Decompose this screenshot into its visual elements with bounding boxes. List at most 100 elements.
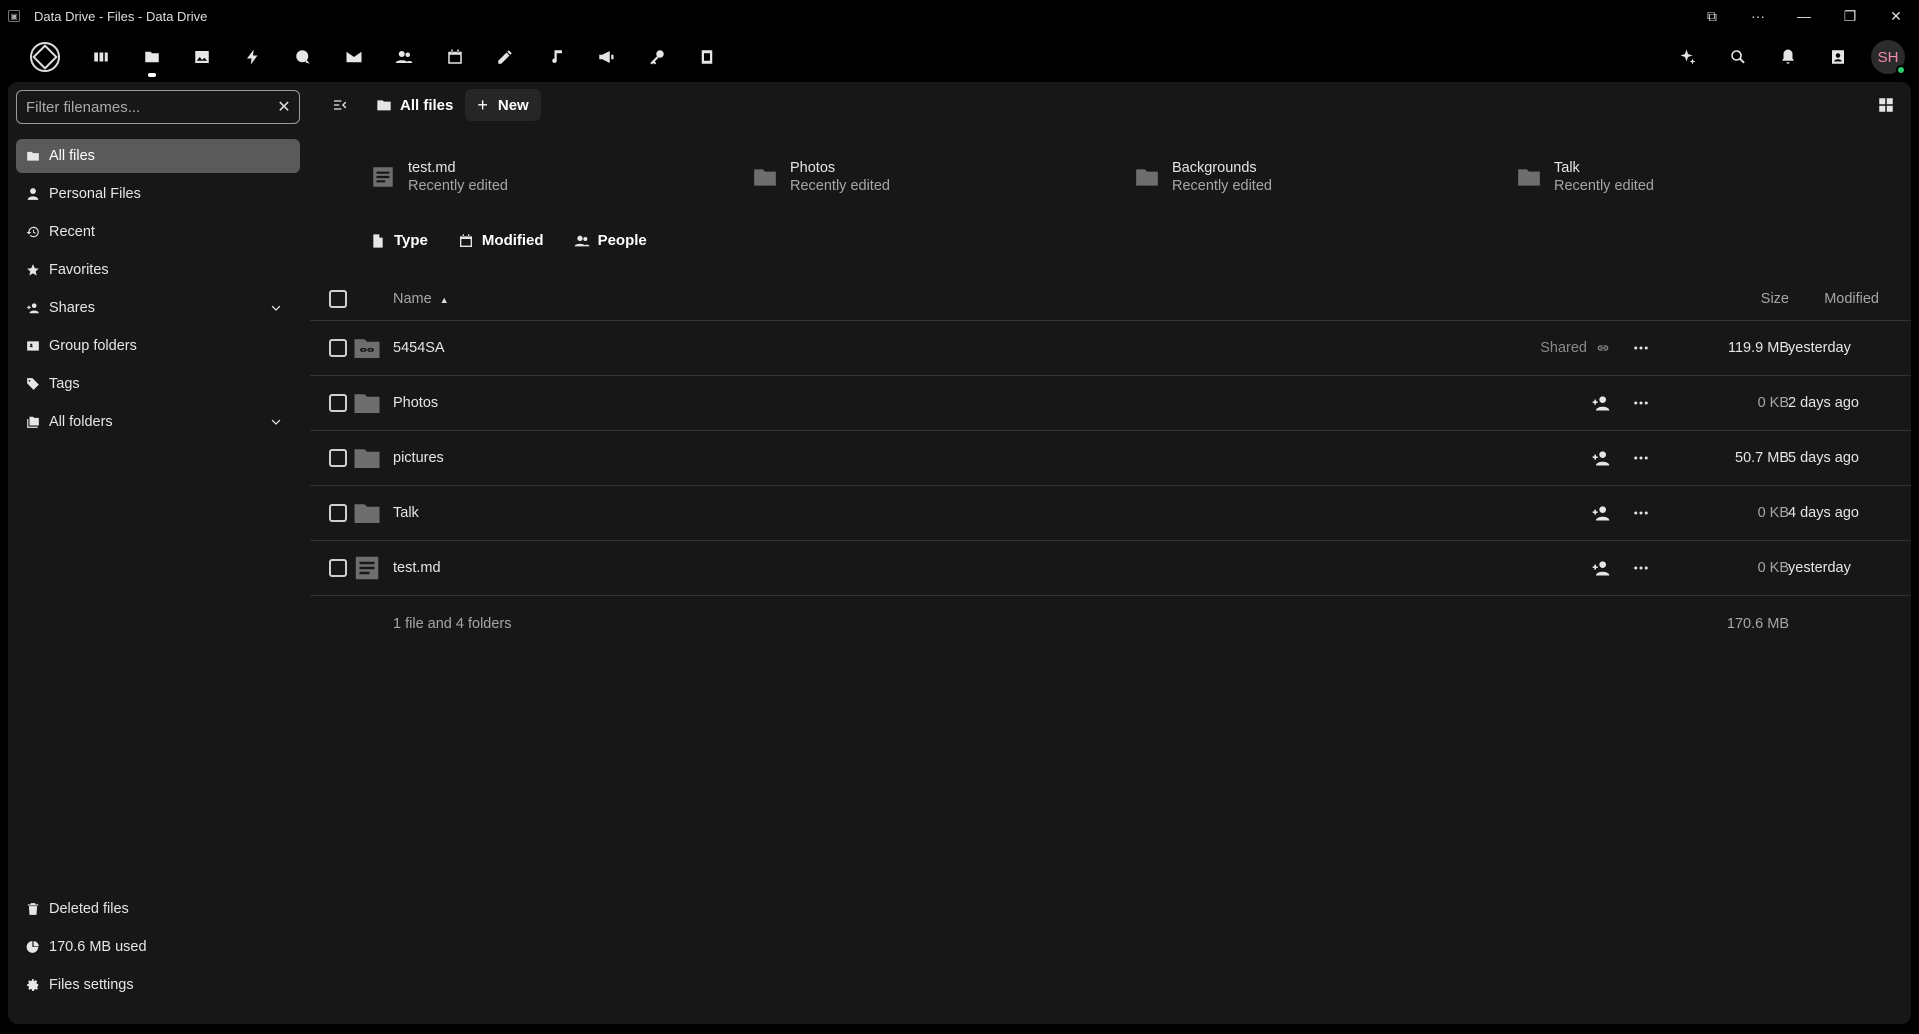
file-modified: 4 days ago: [1788, 505, 1859, 521]
row-checkbox[interactable]: [329, 339, 347, 357]
sidebar-item-recent[interactable]: Recent: [16, 215, 300, 249]
activity-icon[interactable]: [228, 32, 279, 82]
sidebar-item-label: Favorites: [49, 262, 109, 278]
table-row[interactable]: test.md 0 KB yesterday: [310, 541, 1911, 596]
chevron-down-icon[interactable]: [269, 415, 283, 429]
restore-button[interactable]: ❐: [1827, 0, 1873, 32]
file-name[interactable]: Photos: [393, 395, 438, 411]
filter-type-button[interactable]: Type: [370, 232, 428, 249]
recent-item[interactable]: Backgrounds Recently edited: [1134, 152, 1516, 202]
sidebar-item-tags[interactable]: Tags: [16, 367, 300, 401]
contacts-menu-icon[interactable]: [1813, 32, 1863, 82]
sidebar-item-all-files[interactable]: All files: [16, 139, 300, 173]
music-icon[interactable]: [531, 32, 582, 82]
files-icon[interactable]: [127, 32, 178, 82]
column-size-header[interactable]: Size: [1761, 291, 1789, 307]
breadcrumb-all-files[interactable]: All files: [376, 97, 453, 114]
sidebar-item-deleted-files[interactable]: Deleted files: [16, 892, 300, 926]
row-checkbox[interactable]: [329, 394, 347, 412]
sidebar-item-label: Personal Files: [49, 186, 141, 202]
minimize-button[interactable]: —: [1781, 0, 1827, 32]
shared-link-button[interactable]: Shared: [1540, 340, 1611, 356]
clear-filter-icon[interactable]: ✕: [269, 97, 299, 117]
announcements-icon[interactable]: [581, 32, 632, 82]
sidebar-item-shares[interactable]: Shares: [16, 291, 300, 325]
share-user-icon[interactable]: [1591, 393, 1611, 413]
column-name-header[interactable]: Name ▲: [393, 291, 449, 307]
share-user-icon[interactable]: [1591, 558, 1611, 578]
storage-usage-label: 170.6 MB used: [49, 939, 147, 955]
window-controls: ⧉ ··· — ❐ ✕: [1689, 0, 1919, 32]
extension-icon[interactable]: ⧉: [1689, 0, 1735, 32]
notifications-icon[interactable]: [1763, 32, 1813, 82]
group-folder-icon: [27, 341, 39, 351]
more-actions-icon[interactable]: [1629, 558, 1653, 578]
assistant-icon[interactable]: [1663, 32, 1713, 82]
new-button[interactable]: + New: [465, 89, 541, 121]
more-actions-icon[interactable]: [1629, 503, 1653, 523]
search-icon[interactable]: [1713, 32, 1763, 82]
more-actions-icon[interactable]: [1629, 448, 1653, 468]
row-checkbox[interactable]: [329, 449, 347, 467]
recent-item[interactable]: test.md Recently edited: [370, 152, 752, 202]
table-row[interactable]: Photos 0 KB 2 days ago: [310, 376, 1911, 431]
window-titlebar: ▣ Data Drive - Files - Data Drive ⧉ ··· …: [0, 0, 1919, 32]
share-user-icon: [27, 303, 39, 314]
recent-item-subtitle: Recently edited: [1554, 178, 1654, 194]
table-row[interactable]: Talk 0 KB 4 days ago: [310, 486, 1911, 541]
share-user-icon[interactable]: [1591, 503, 1611, 523]
mail-icon[interactable]: [329, 32, 380, 82]
calendar-icon[interactable]: [430, 32, 481, 82]
app-logo-icon[interactable]: [30, 42, 60, 72]
main-content: All files + New test.md Recently edited P…: [310, 82, 1911, 1024]
table-row[interactable]: pictures 50.7 MB 5 days ago: [310, 431, 1911, 486]
sidebar-item-personal-files[interactable]: Personal Files: [16, 177, 300, 211]
photos-icon[interactable]: [177, 32, 228, 82]
recent-item[interactable]: Photos Recently edited: [752, 152, 1134, 202]
filter-label: People: [597, 232, 647, 249]
sidebar-item-label: Files settings: [49, 977, 134, 993]
passwords-icon[interactable]: [632, 32, 683, 82]
grid-view-icon[interactable]: [1877, 96, 1895, 114]
folder-multiple-icon: [27, 416, 39, 428]
file-name[interactable]: test.md: [393, 560, 441, 576]
sidebar-item-favorites[interactable]: Favorites: [16, 253, 300, 287]
more-menu-icon[interactable]: ···: [1735, 0, 1781, 32]
table-header: Name ▲ Size Modified: [310, 278, 1911, 321]
filter-input[interactable]: [17, 98, 269, 116]
share-user-icon[interactable]: [1591, 448, 1611, 468]
column-modified-header[interactable]: Modified: [1824, 291, 1879, 307]
filter-people-button[interactable]: People: [574, 232, 647, 249]
file-name[interactable]: Talk: [393, 505, 419, 521]
recent-item[interactable]: Talk Recently edited: [1516, 152, 1898, 202]
folder-icon: [1516, 164, 1542, 190]
dashboard-icon[interactable]: [76, 32, 127, 82]
filter-modified-button[interactable]: Modified: [458, 232, 544, 249]
recent-item-subtitle: Recently edited: [790, 178, 890, 194]
toggle-sidebar-icon[interactable]: [320, 88, 360, 122]
file-modified: yesterday: [1788, 560, 1851, 576]
row-checkbox[interactable]: [329, 504, 347, 522]
sidebar-item-all-folders[interactable]: All folders: [16, 405, 300, 439]
deck-icon[interactable]: [682, 32, 733, 82]
chevron-down-icon[interactable]: [269, 301, 283, 315]
notes-icon[interactable]: [480, 32, 531, 82]
file-name[interactable]: 5454SA: [393, 340, 445, 356]
filter-chips: Type Modified People: [370, 232, 677, 249]
table-row[interactable]: 5454SA Shared 119.9 MB yesterday: [310, 321, 1911, 376]
contacts-icon[interactable]: [379, 32, 430, 82]
top-navigation: SH: [0, 32, 1919, 82]
row-checkbox[interactable]: [329, 559, 347, 577]
sidebar-item-files-settings[interactable]: Files settings: [16, 968, 300, 1002]
more-actions-icon[interactable]: [1629, 393, 1653, 413]
shared-folder-icon: [352, 333, 382, 363]
file-name[interactable]: pictures: [393, 450, 444, 466]
talk-icon[interactable]: [278, 32, 329, 82]
sidebar-item-group-folders[interactable]: Group folders: [16, 329, 300, 363]
select-all-checkbox[interactable]: [329, 290, 347, 308]
tag-icon: [27, 378, 39, 390]
avatar[interactable]: SH: [1871, 40, 1906, 75]
more-actions-icon[interactable]: [1629, 338, 1653, 358]
storage-usage[interactable]: 170.6 MB used: [16, 930, 300, 964]
close-window-button[interactable]: ✕: [1873, 0, 1919, 32]
